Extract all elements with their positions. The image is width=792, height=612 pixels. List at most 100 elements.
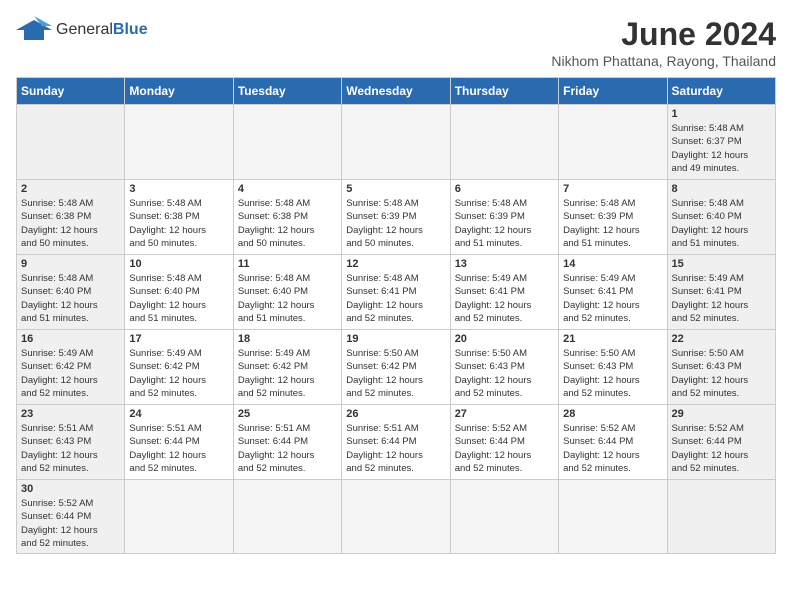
- calendar-body: 1 Sunrise: 5:48 AM Sunset: 6:37 PM Daylig…: [17, 105, 776, 554]
- calendar-day-cell: 23 Sunrise: 5:51 AM Sunset: 6:43 PM Dayli…: [17, 405, 125, 480]
- calendar-day-cell: 5Sunrise: 5:48 AM Sunset: 6:39 PM Daylig…: [342, 180, 450, 255]
- day-number: 14: [563, 258, 662, 270]
- day-info: Sunrise: 5:48 AM Sunset: 6:40 PM Dayligh…: [672, 197, 771, 250]
- calendar-day-cell: 22 Sunrise: 5:50 AM Sunset: 6:43 PM Dayli…: [667, 330, 775, 405]
- calendar-day-cell: [125, 480, 233, 554]
- calendar-day-cell: [450, 480, 558, 554]
- day-info: Sunrise: 5:51 AM Sunset: 6:43 PM Dayligh…: [21, 422, 120, 475]
- calendar-day-cell: 6 Sunrise: 5:48 AM Sunset: 6:39 PM Daylig…: [450, 180, 558, 255]
- weekday-header-cell: Monday: [125, 78, 233, 105]
- day-info: Sunrise: 5:48 AM Sunset: 6:39 PM Dayligh…: [563, 197, 662, 250]
- calendar-day-cell: 14Sunrise: 5:49 AM Sunset: 6:41 PM Dayli…: [559, 255, 667, 330]
- day-info: Sunrise: 5:48 AM Sunset: 6:40 PM Dayligh…: [238, 272, 337, 325]
- calendar-day-cell: 12 Sunrise: 5:48 AM Sunset: 6:41 PM Dayli…: [342, 255, 450, 330]
- calendar-day-cell: 9Sunrise: 5:48 AM Sunset: 6:40 PM Daylig…: [17, 255, 125, 330]
- calendar-week-row: 16 Sunrise: 5:49 AM Sunset: 6:42 PM Dayli…: [17, 330, 776, 405]
- day-info: Sunrise: 5:50 AM Sunset: 6:43 PM Dayligh…: [455, 347, 554, 400]
- day-info: Sunrise: 5:51 AM Sunset: 6:44 PM Dayligh…: [129, 422, 228, 475]
- calendar-day-cell: [559, 480, 667, 554]
- calendar-week-row: 1 Sunrise: 5:48 AM Sunset: 6:37 PM Daylig…: [17, 105, 776, 180]
- weekday-header-cell: Thursday: [450, 78, 558, 105]
- calendar-day-cell: 27 Sunrise: 5:52 AM Sunset: 6:44 PM Dayli…: [450, 405, 558, 480]
- calendar-day-cell: 21Sunrise: 5:50 AM Sunset: 6:43 PM Dayli…: [559, 330, 667, 405]
- weekday-header-row: SundayMondayTuesdayWednesdayThursdayFrid…: [17, 78, 776, 105]
- day-info: Sunrise: 5:50 AM Sunset: 6:43 PM Dayligh…: [672, 347, 771, 400]
- day-info: Sunrise: 5:49 AM Sunset: 6:42 PM Dayligh…: [129, 347, 228, 400]
- logo-icon: [16, 16, 52, 44]
- calendar-day-cell: 1 Sunrise: 5:48 AM Sunset: 6:37 PM Daylig…: [667, 105, 775, 180]
- day-number: 21: [563, 333, 662, 345]
- calendar-header: GeneralBlue June 2024 Nikhom Phattana, R…: [16, 16, 776, 69]
- day-number: 24: [129, 408, 228, 420]
- day-info: Sunrise: 5:48 AM Sunset: 6:41 PM Dayligh…: [346, 272, 445, 325]
- weekday-header-cell: Friday: [559, 78, 667, 105]
- day-info: Sunrise: 5:51 AM Sunset: 6:44 PM Dayligh…: [346, 422, 445, 475]
- calendar-day-cell: [17, 105, 125, 180]
- calendar-day-cell: 25 Sunrise: 5:51 AM Sunset: 6:44 PM Dayli…: [233, 405, 341, 480]
- day-number: 5: [346, 183, 445, 195]
- day-number: 19: [346, 333, 445, 345]
- day-info: Sunrise: 5:48 AM Sunset: 6:37 PM Dayligh…: [672, 122, 771, 175]
- day-info: Sunrise: 5:48 AM Sunset: 6:40 PM Dayligh…: [21, 272, 120, 325]
- day-info: Sunrise: 5:49 AM Sunset: 6:41 PM Dayligh…: [455, 272, 554, 325]
- day-number: 13: [455, 258, 554, 270]
- calendar-day-cell: 30Sunrise: 5:52 AM Sunset: 6:44 PM Dayli…: [17, 480, 125, 554]
- calendar-day-cell: 11 Sunrise: 5:48 AM Sunset: 6:40 PM Dayli…: [233, 255, 341, 330]
- day-info: Sunrise: 5:52 AM Sunset: 6:44 PM Dayligh…: [563, 422, 662, 475]
- day-number: 29: [672, 408, 771, 420]
- day-number: 2: [21, 183, 120, 195]
- day-info: Sunrise: 5:52 AM Sunset: 6:44 PM Dayligh…: [21, 497, 120, 550]
- day-info: Sunrise: 5:51 AM Sunset: 6:44 PM Dayligh…: [238, 422, 337, 475]
- calendar-day-cell: 3 Sunrise: 5:48 AM Sunset: 6:38 PM Daylig…: [125, 180, 233, 255]
- day-number: 27: [455, 408, 554, 420]
- logo-text: GeneralBlue: [56, 21, 148, 39]
- day-info: Sunrise: 5:48 AM Sunset: 6:38 PM Dayligh…: [238, 197, 337, 250]
- day-number: 23: [21, 408, 120, 420]
- day-info: Sunrise: 5:49 AM Sunset: 6:42 PM Dayligh…: [21, 347, 120, 400]
- day-info: Sunrise: 5:48 AM Sunset: 6:38 PM Dayligh…: [21, 197, 120, 250]
- weekday-header-cell: Tuesday: [233, 78, 341, 105]
- day-info: Sunrise: 5:52 AM Sunset: 6:44 PM Dayligh…: [672, 422, 771, 475]
- calendar-day-cell: 13 Sunrise: 5:49 AM Sunset: 6:41 PM Dayli…: [450, 255, 558, 330]
- day-info: Sunrise: 5:48 AM Sunset: 6:39 PM Dayligh…: [455, 197, 554, 250]
- day-number: 7: [563, 183, 662, 195]
- calendar-week-row: 9Sunrise: 5:48 AM Sunset: 6:40 PM Daylig…: [17, 255, 776, 330]
- day-number: 18: [238, 333, 337, 345]
- day-number: 25: [238, 408, 337, 420]
- calendar-day-cell: 19Sunrise: 5:50 AM Sunset: 6:42 PM Dayli…: [342, 330, 450, 405]
- day-number: 22: [672, 333, 771, 345]
- calendar-day-cell: [559, 105, 667, 180]
- day-number: 12: [346, 258, 445, 270]
- calendar-table: SundayMondayTuesdayWednesdayThursdayFrid…: [16, 77, 776, 554]
- calendar-day-cell: 4Sunrise: 5:48 AM Sunset: 6:38 PM Daylig…: [233, 180, 341, 255]
- calendar-day-cell: [342, 105, 450, 180]
- calendar-day-cell: [233, 105, 341, 180]
- day-number: 11: [238, 258, 337, 270]
- day-info: Sunrise: 5:48 AM Sunset: 6:38 PM Dayligh…: [129, 197, 228, 250]
- day-number: 8: [672, 183, 771, 195]
- calendar-day-cell: 24 Sunrise: 5:51 AM Sunset: 6:44 PM Dayli…: [125, 405, 233, 480]
- day-info: Sunrise: 5:52 AM Sunset: 6:44 PM Dayligh…: [455, 422, 554, 475]
- calendar-day-cell: 20 Sunrise: 5:50 AM Sunset: 6:43 PM Dayli…: [450, 330, 558, 405]
- day-number: 15: [672, 258, 771, 270]
- calendar-week-row: 30Sunrise: 5:52 AM Sunset: 6:44 PM Dayli…: [17, 480, 776, 554]
- calendar-day-cell: 26Sunrise: 5:51 AM Sunset: 6:44 PM Dayli…: [342, 405, 450, 480]
- day-info: Sunrise: 5:49 AM Sunset: 6:41 PM Dayligh…: [672, 272, 771, 325]
- calendar-day-cell: [342, 480, 450, 554]
- day-number: 3: [129, 183, 228, 195]
- calendar-day-cell: [233, 480, 341, 554]
- calendar-day-cell: [125, 105, 233, 180]
- day-info: Sunrise: 5:49 AM Sunset: 6:42 PM Dayligh…: [238, 347, 337, 400]
- month-title: June 2024: [551, 16, 776, 53]
- day-number: 20: [455, 333, 554, 345]
- day-number: 16: [21, 333, 120, 345]
- weekday-header-cell: Sunday: [17, 78, 125, 105]
- calendar-day-cell: 8 Sunrise: 5:48 AM Sunset: 6:40 PM Daylig…: [667, 180, 775, 255]
- calendar-day-cell: 10Sunrise: 5:48 AM Sunset: 6:40 PM Dayli…: [125, 255, 233, 330]
- day-number: 1: [672, 108, 771, 120]
- calendar-day-cell: [450, 105, 558, 180]
- calendar-week-row: 2 Sunrise: 5:48 AM Sunset: 6:38 PM Daylig…: [17, 180, 776, 255]
- logo: GeneralBlue: [16, 16, 148, 44]
- day-number: 17: [129, 333, 228, 345]
- day-number: 6: [455, 183, 554, 195]
